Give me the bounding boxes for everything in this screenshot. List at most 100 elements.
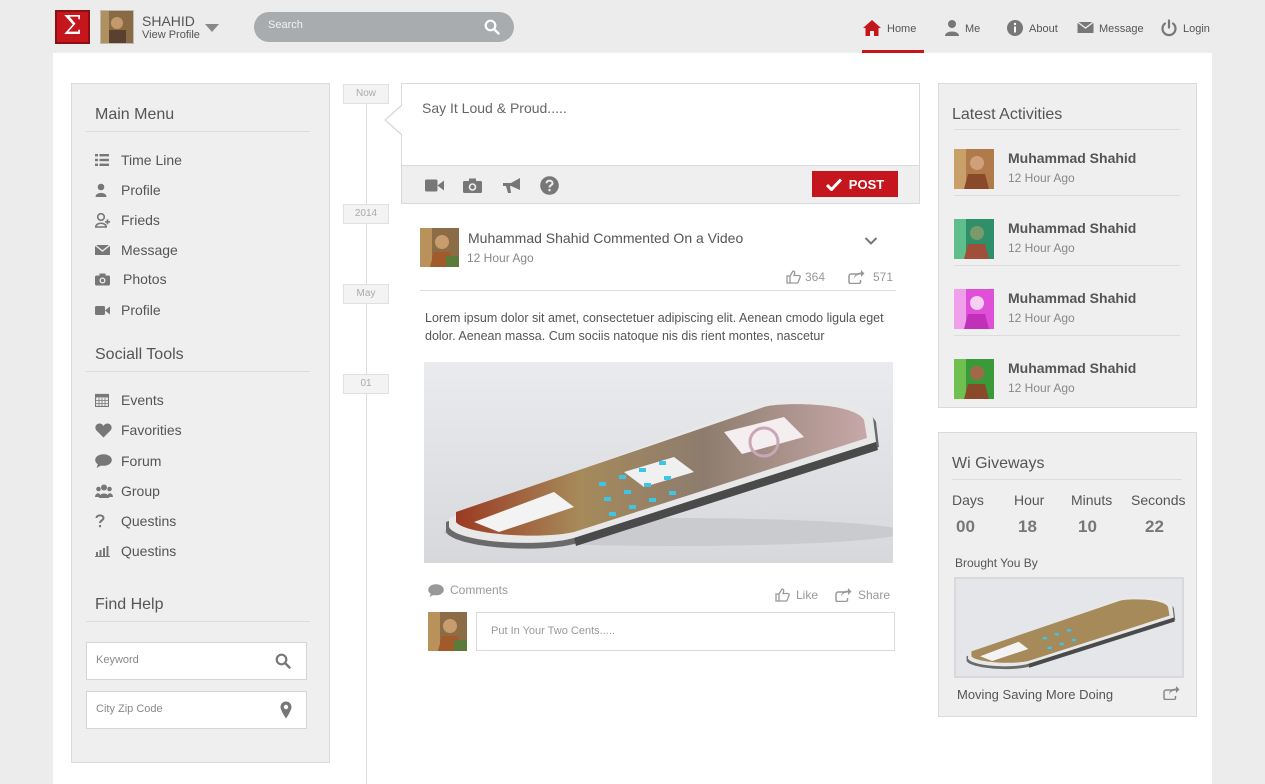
question-circle-icon[interactable] (540, 176, 559, 195)
search-icon[interactable] (484, 19, 500, 35)
sidebar-item-timeline[interactable]: Time Line (95, 152, 182, 168)
nav-message[interactable]: Message (1077, 19, 1144, 53)
sidebar-item-events[interactable]: Events (95, 392, 164, 408)
giveaway-image[interactable] (954, 577, 1184, 678)
keyword-input[interactable] (96, 654, 266, 666)
activity-time: 12 Hour Ago (1008, 171, 1075, 185)
video-icon[interactable] (425, 179, 444, 192)
countdown-hour: 18 (1018, 517, 1037, 536)
activity-item[interactable]: Muhammad Shahid 12 Hour Ago (954, 357, 1180, 427)
sidebar-item-photos[interactable]: Photos (95, 271, 167, 287)
chevron-down-icon[interactable] (864, 236, 878, 246)
post-image[interactable] (424, 362, 893, 563)
sidebar-item-profile-video[interactable]: Profile (95, 302, 161, 318)
share-count-value: 571 (873, 270, 894, 284)
share-button[interactable]: Share (835, 588, 890, 602)
countdown-days: 00 (956, 517, 975, 536)
camera-icon[interactable] (463, 178, 482, 193)
nav-me[interactable]: Me (944, 19, 980, 53)
comments-button[interactable]: Comments (428, 583, 508, 597)
sidebar-item-label: Profile (121, 302, 161, 318)
share-icon[interactable] (1163, 686, 1180, 700)
sidebar-item-group[interactable]: Group (95, 483, 160, 499)
commenter-avatar[interactable] (428, 612, 467, 651)
sidebar-item-label: Events (121, 392, 164, 408)
user-avatar[interactable] (100, 10, 134, 44)
divider (954, 195, 1180, 196)
activity-name[interactable]: Muhammad Shahid (1008, 220, 1136, 236)
activity-time: 12 Hour Ago (1008, 241, 1075, 255)
activity-avatar[interactable] (954, 149, 994, 189)
nav-message-label: Message (1099, 23, 1144, 35)
divider (952, 479, 1182, 480)
camera-icon (95, 273, 123, 286)
sidebar-item-label: Questins (121, 513, 177, 529)
giveaways-panel: Wi Giveways Days Hour Minuts Seconds 00 … (938, 432, 1197, 717)
post-body: Lorem ipsum dolor sit amet, consectetuer… (425, 311, 884, 343)
zip-input[interactable] (96, 703, 266, 715)
divider (420, 290, 896, 291)
sidebar-item-favorites[interactable]: Favorities (95, 422, 182, 438)
divider (86, 621, 310, 622)
info-icon (1006, 19, 1024, 37)
video-icon (95, 305, 121, 316)
bar-chart-icon (95, 545, 121, 557)
search-bar (254, 12, 514, 42)
comment-input[interactable] (491, 625, 881, 637)
countdown-seconds: 22 (1145, 517, 1164, 536)
post-title[interactable]: Muhammad Shahid Commented On a Video (468, 230, 743, 246)
top-bar: Σ SHAHID View Profile Home Me About Mess… (0, 0, 1265, 53)
like-count-value: 364 (805, 270, 826, 284)
activity-name[interactable]: Muhammad Shahid (1008, 150, 1136, 166)
megaphone-icon[interactable] (502, 177, 522, 194)
activity-avatar[interactable] (954, 359, 994, 399)
sidebar-item-profile[interactable]: Profile (95, 182, 161, 198)
sidebar-item-label: Group (121, 483, 160, 499)
activity-item[interactable]: Muhammad Shahid 12 Hour Ago (954, 217, 1180, 287)
activity-name[interactable]: Muhammad Shahid (1008, 360, 1136, 376)
activity-item[interactable]: Muhammad Shahid 12 Hour Ago (954, 287, 1180, 357)
search-icon[interactable] (275, 653, 291, 669)
post-author-avatar[interactable] (420, 228, 459, 267)
divider (86, 371, 310, 372)
activity-name[interactable]: Muhammad Shahid (1008, 290, 1136, 306)
sidebar-item-questions-stats[interactable]: Questins (95, 543, 176, 559)
share-icon (835, 588, 852, 602)
chevron-down-icon[interactable] (205, 24, 219, 32)
latest-activities-panel: Latest Activities Muhammad Shahid 12 Hou… (938, 83, 1197, 408)
nav-about[interactable]: About (1006, 19, 1058, 53)
countdown-minutes: 10 (1078, 517, 1097, 536)
map-marker-icon[interactable] (280, 701, 292, 719)
countdown-label-hour: Hour (1014, 492, 1045, 508)
find-help-title: Find Help (95, 596, 164, 613)
sidebar-item-questions[interactable]: Questins (95, 513, 176, 529)
search-input[interactable] (268, 19, 478, 31)
share-label: Share (858, 588, 891, 602)
status-input[interactable] (422, 100, 892, 140)
activity-avatar[interactable] (954, 289, 994, 329)
activity-item[interactable]: Muhammad Shahid 12 Hour Ago (954, 147, 1180, 217)
activity-avatar[interactable] (954, 219, 994, 259)
sidebar-item-label: Forum (121, 453, 162, 469)
nav-login[interactable]: Login (1160, 19, 1210, 53)
share-count[interactable]: 571 (848, 270, 893, 284)
sidebar-item-label: Profile (121, 182, 161, 198)
like-count[interactable]: 364 (786, 270, 825, 284)
activity-time: 12 Hour Ago (1008, 311, 1075, 325)
sidebar-item-forum[interactable]: Forum (95, 453, 161, 469)
nav-home[interactable]: Home (862, 19, 924, 53)
post-button[interactable]: POST (812, 171, 898, 197)
composer: POST (401, 83, 920, 204)
share-icon (848, 270, 865, 284)
user-icon (95, 183, 121, 197)
composer-toolbar: POST (402, 165, 919, 203)
sidebar-item-message[interactable]: Message (95, 242, 178, 258)
timeline-badge: 01 (343, 374, 389, 394)
sidebar-item-friends[interactable]: Frieds (95, 212, 160, 228)
logo[interactable]: Σ (55, 10, 90, 44)
like-button[interactable]: Like (775, 588, 818, 602)
view-profile-link[interactable]: View Profile (142, 29, 200, 42)
friends-icon (95, 212, 121, 228)
user-name[interactable]: SHAHID (142, 13, 195, 29)
question-icon (95, 514, 121, 528)
